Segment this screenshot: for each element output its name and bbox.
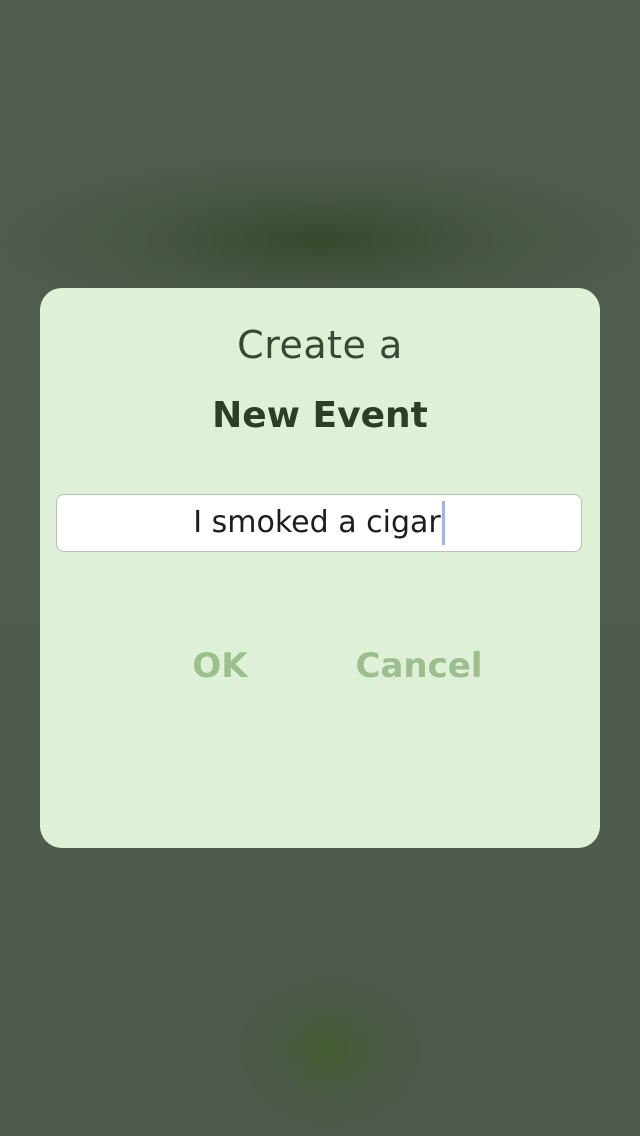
event-name-input[interactable]: I smoked a cigar xyxy=(56,494,582,552)
dialog-title-line2: New Event xyxy=(212,395,428,436)
new-event-dialog xyxy=(40,288,600,848)
text-caret xyxy=(441,501,445,545)
event-name-value: I smoked a cigar xyxy=(193,505,441,540)
dialog-title-line1: Create a xyxy=(237,323,403,367)
cancel-button[interactable]: Cancel xyxy=(344,640,494,692)
ok-button[interactable]: OK xyxy=(170,640,270,692)
